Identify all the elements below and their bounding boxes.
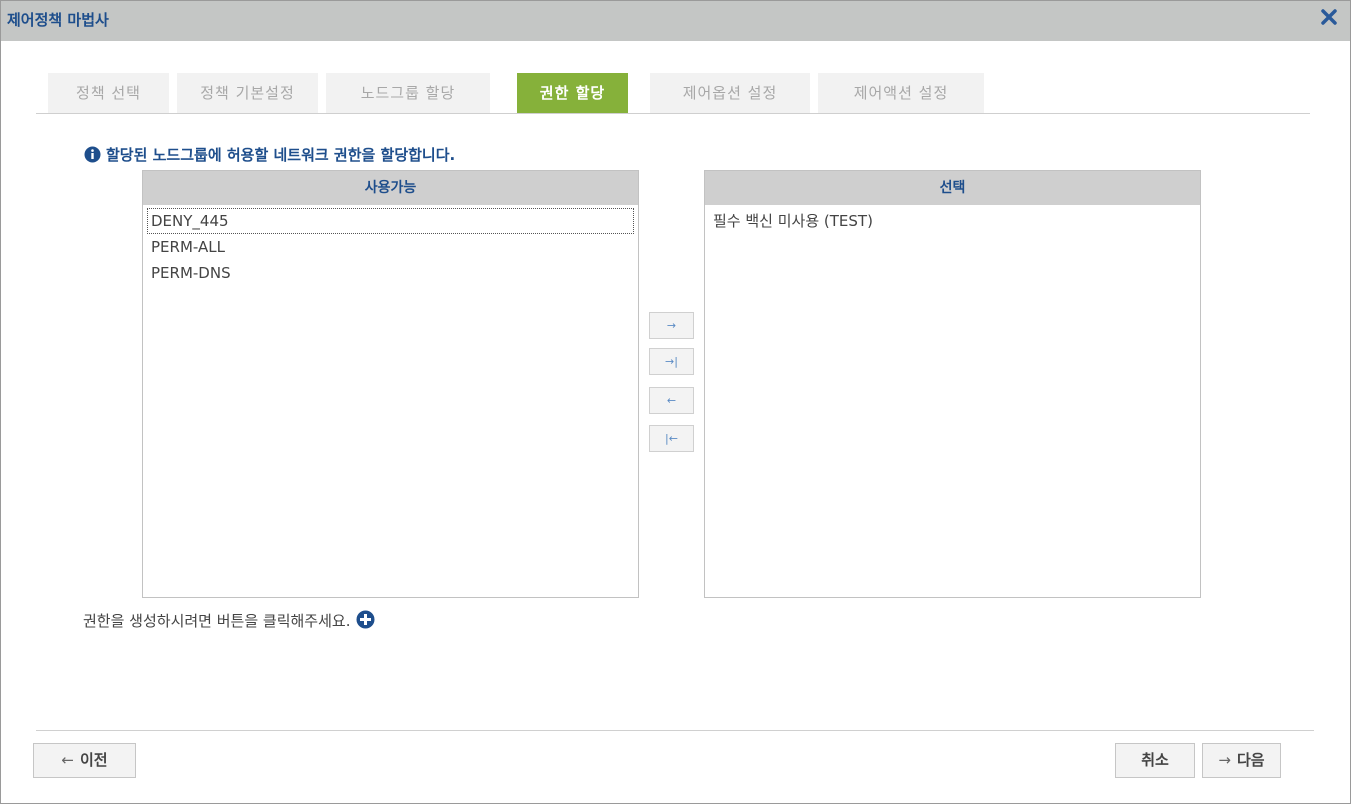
move-left-button[interactable]: ←: [649, 387, 694, 414]
list-item[interactable]: PERM-DNS: [147, 260, 634, 286]
move-all-right-button[interactable]: →|: [649, 348, 694, 375]
dialog-title: 제어정책 마법사: [7, 11, 109, 29]
list-item[interactable]: DENY_445: [147, 208, 634, 234]
footer-divider: [36, 730, 1314, 731]
create-permission-text: 권한을 생성하시려면 버튼을 클릭해주세요.: [83, 612, 351, 630]
list-item[interactable]: PERM-ALL: [147, 234, 634, 260]
info-text: 할당된 노드그룹에 허용할 네트워크 권한을 할당합니다.: [106, 146, 456, 164]
available-permissions-list[interactable]: 사용가능 DENY_445 PERM-ALL PERM-DNS: [142, 170, 639, 598]
tab-control-option-settings[interactable]: 제어옵션 설정: [650, 73, 810, 114]
next-button[interactable]: → 다음: [1202, 743, 1281, 778]
next-button-label: 다음: [1236, 751, 1265, 769]
tab-divider: [36, 113, 1310, 114]
available-list-header: 사용가능: [143, 171, 638, 205]
tab-policy-basic-settings[interactable]: 정책 기본설정: [177, 73, 318, 114]
close-x-icon[interactable]: [1320, 8, 1340, 28]
arrow-left-icon: ←: [61, 751, 74, 769]
info-circle-icon: [84, 146, 101, 163]
tab-control-action-settings[interactable]: 제어액션 설정: [818, 73, 984, 114]
create-permission-hint: 권한을 생성하시려면 버튼을 클릭해주세요.: [83, 610, 375, 631]
prev-button[interactable]: ← 이전: [33, 743, 136, 778]
policy-wizard-dialog: 제어정책 마법사 정책 선택 정책 기본설정 노드그룹 할당 권한 할당 제어옵…: [0, 0, 1351, 804]
move-all-left-button[interactable]: |←: [649, 425, 694, 452]
dialog-titlebar: 제어정책 마법사: [1, 1, 1350, 41]
prev-button-label: 이전: [79, 751, 108, 769]
tab-permission-assign[interactable]: 권한 할당: [517, 73, 628, 114]
plus-circle-icon[interactable]: [356, 610, 375, 629]
arrow-right-icon: →: [1218, 751, 1231, 769]
selected-list-header: 선택: [705, 171, 1200, 205]
selected-permissions-list[interactable]: 선택 필수 백신 미사용 (TEST): [704, 170, 1201, 598]
list-item[interactable]: 필수 백신 미사용 (TEST): [709, 208, 1196, 234]
tab-nodegroup-assign[interactable]: 노드그룹 할당: [326, 73, 490, 114]
cancel-button[interactable]: 취소: [1115, 743, 1195, 778]
info-message: 할당된 노드그룹에 허용할 네트워크 권한을 할당합니다.: [84, 144, 455, 165]
move-right-button[interactable]: →: [649, 312, 694, 339]
tab-policy-select[interactable]: 정책 선택: [48, 73, 169, 114]
